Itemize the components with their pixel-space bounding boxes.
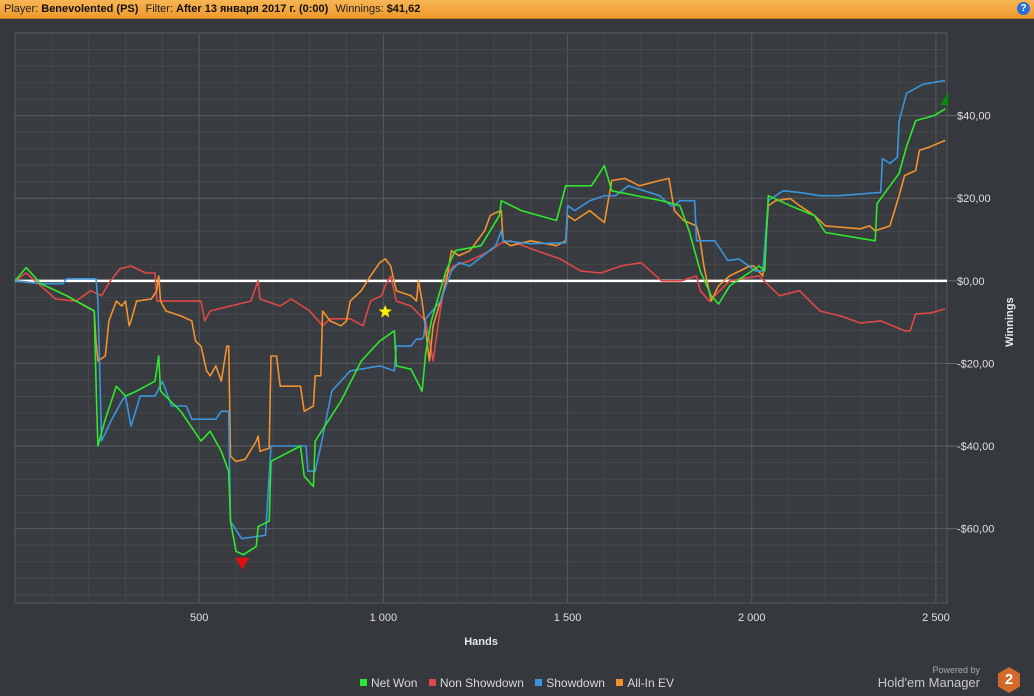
y-tick-label: -$40,00 bbox=[957, 441, 994, 453]
x-tick-label: 1 500 bbox=[554, 612, 582, 624]
y-tick-label: $40,00 bbox=[957, 111, 991, 123]
legend-label: Non Showdown bbox=[439, 676, 524, 690]
powered-by-text: Powered by bbox=[932, 665, 980, 675]
legend-swatch bbox=[360, 679, 368, 686]
y-tick-label: -$60,00 bbox=[957, 524, 994, 536]
y-tick-label: -$20,00 bbox=[957, 358, 994, 370]
filter-info-bar: Player: Benevolented (PS) Filter: After 13… bbox=[0, 0, 1034, 19]
player-label: Player: bbox=[4, 3, 39, 15]
legend-item-non-showdown[interactable]: Non Showdown bbox=[428, 676, 524, 690]
hem2-logo: Powered by Hold'em Manager 2 bbox=[860, 665, 1020, 695]
help-icon[interactable]: ? bbox=[1017, 2, 1030, 15]
y-tick-label: $0,00 bbox=[957, 276, 985, 288]
filter-value: After 13 января 2017 г. (0:00) bbox=[176, 3, 329, 15]
legend-label: Showdown bbox=[546, 676, 605, 690]
product-name: Hold'em Manager bbox=[877, 675, 980, 690]
y-tick-label: $20,00 bbox=[957, 193, 991, 205]
winnings-graph: 500 1 000 1 500 2 000 2 500 $40,00 $20,00 $0,00… bbox=[14, 32, 1016, 648]
legend-label: All-In EV bbox=[627, 676, 674, 690]
x-tick-label: 2 500 bbox=[922, 612, 950, 624]
legend-label: Net Won bbox=[371, 676, 418, 690]
x-tick-label: 500 bbox=[190, 612, 208, 624]
winnings-value: $41,62 bbox=[386, 3, 421, 15]
filter-label: Filter: bbox=[145, 3, 174, 15]
legend-item-net-won[interactable]: Net Won bbox=[360, 676, 417, 690]
x-tick-label: 2 000 bbox=[738, 612, 766, 624]
y-axis-label: Winnings bbox=[1004, 297, 1016, 346]
legend-swatch bbox=[535, 679, 543, 686]
x-tick-label: 1 000 bbox=[370, 612, 398, 624]
legend-swatch bbox=[428, 679, 436, 686]
winnings-label: Winnings: bbox=[335, 3, 384, 15]
plot-area bbox=[14, 32, 948, 604]
legend-item-showdown[interactable]: Showdown bbox=[535, 676, 605, 690]
hem2-badge-icon: 2 bbox=[998, 667, 1020, 693]
player-value: Benevolented (PS) bbox=[41, 3, 139, 15]
x-axis-label: Hands bbox=[464, 636, 498, 648]
legend-swatch bbox=[616, 679, 624, 686]
legend-item-all-in-ev[interactable]: All-In EV bbox=[616, 676, 674, 690]
